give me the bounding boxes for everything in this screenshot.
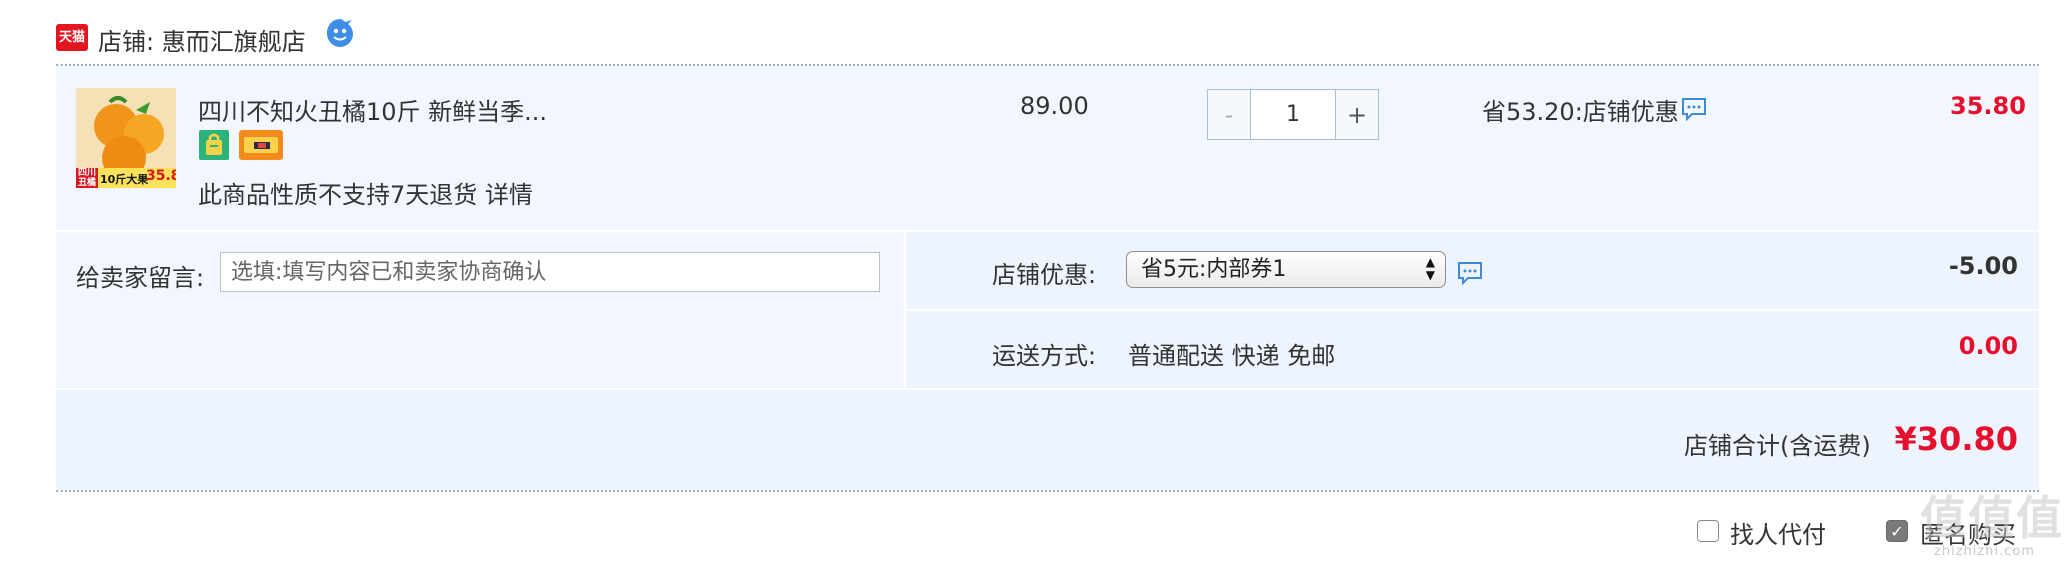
watermark-glyph: 值 (2016, 491, 2062, 545)
watermark-glyph: 值 (1920, 491, 1966, 545)
policy-detail-link[interactable]: 详情 (485, 181, 533, 209)
shipping-label: 运送方式: (992, 342, 1097, 370)
shipping-method: 普通配送 快递 免邮 (1128, 342, 1336, 370)
anonymous-purchase-checkbox[interactable]: ✓ (1886, 520, 1908, 542)
shipping-fee: 0.00 (1958, 332, 2018, 360)
coupon-comment-icon[interactable] (1456, 260, 1484, 286)
quantity-input[interactable] (1251, 90, 1335, 139)
unit-price: 89.00 (1020, 92, 1089, 120)
no-return-text: 此商品性质不支持7天退货 (198, 181, 478, 209)
wangwang-chat-icon[interactable] (323, 16, 357, 50)
thumbnail-region-label: 四川 丑橘 (76, 168, 98, 188)
pay-for-me-checkbox[interactable] (1697, 520, 1719, 542)
shop-coupon-select[interactable]: 省5元:内部券1 ▲ ▼ (1126, 251, 1446, 288)
shop-total-amount: ¥30.80 (1894, 420, 2018, 458)
coupon-selected-value: 省5元:内部券1 (1141, 257, 1287, 282)
quantity-decrease-button[interactable]: - (1208, 90, 1251, 139)
pay-for-me-label[interactable]: 找人代付 (1730, 515, 1826, 550)
watermark-text: zhizhizhi.com (1934, 544, 2035, 559)
item-subtotal: 35.80 (1950, 92, 2026, 120)
product-thumbnail[interactable]: 四川 丑橘 10斤大果 35.8 (76, 88, 176, 188)
tmall-logo: 天猫 (56, 24, 88, 51)
promotion-comment-icon[interactable] (1680, 96, 1708, 122)
thumbnail-price-label: 35.8 (146, 168, 176, 184)
watermark-glyph: 值 (1968, 491, 2014, 545)
bag-service-icon[interactable] (198, 129, 230, 161)
thumbnail-spec-label: 10斤大果 (100, 173, 149, 186)
seller-message-label: 给卖家留言: (76, 264, 205, 292)
shop-total-label: 店铺合计(含运费) (1684, 432, 1871, 460)
select-arrows-icon: ▲ ▼ (1425, 255, 1435, 282)
product-title-link[interactable]: 四川不知火丑橘10斤 新鲜当季... (198, 92, 547, 127)
seller-message-input[interactable] (220, 252, 880, 292)
shop-coupon-label: 店铺优惠: (992, 261, 1097, 289)
shop-name-link[interactable]: 店铺: 惠而汇旗舰店 (98, 22, 306, 57)
return-policy-notice: 此商品性质不支持7天退货 详情 (198, 175, 533, 210)
quantity-increase-button[interactable]: + (1335, 90, 1378, 139)
coupon-discount-amount: -5.00 (1948, 252, 2018, 280)
item-promotion-text: 省53.20:店铺优惠 (1482, 98, 1679, 126)
shop-bottom-divider (56, 490, 2039, 492)
card-service-icon[interactable] (238, 129, 284, 161)
quantity-stepper: - + (1207, 89, 1379, 140)
